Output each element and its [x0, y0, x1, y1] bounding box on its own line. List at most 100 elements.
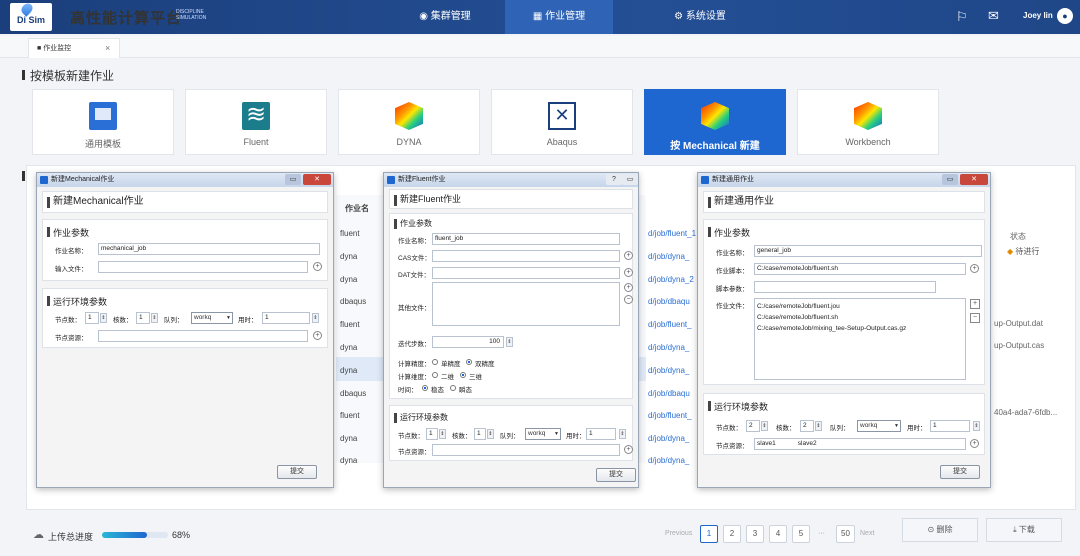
- cores-input[interactable]: 1: [474, 428, 486, 440]
- add-dat-icon[interactable]: +: [624, 268, 633, 277]
- cores-stepper[interactable]: ⇕: [487, 429, 494, 439]
- nodes-stepper[interactable]: ⇕: [100, 313, 107, 323]
- table-row-path[interactable]: d/job/dbaqu: [648, 297, 690, 306]
- queue-select[interactable]: workq ▼: [525, 428, 561, 440]
- time-input[interactable]: 1: [262, 312, 310, 324]
- input-file-field[interactable]: [98, 261, 308, 273]
- nodes-input[interactable]: 1: [85, 312, 99, 324]
- cores-input[interactable]: 2: [800, 420, 814, 432]
- job-name-input[interactable]: general_job: [754, 245, 982, 257]
- table-row-name[interactable]: dyna: [340, 252, 357, 261]
- add-other-icon[interactable]: +: [624, 283, 633, 292]
- template-card-abaqus[interactable]: Abaqus: [491, 89, 633, 155]
- list-item[interactable]: C:/case/remoteJob/fluent.sh: [757, 312, 965, 323]
- time-input[interactable]: 1: [930, 420, 970, 432]
- table-row-path[interactable]: d/job/fluent_1: [648, 229, 696, 238]
- table-row-path[interactable]: d/job/fluent_: [648, 411, 692, 420]
- list-item[interactable]: C:/case/remoteJob/mixing_tee-Setup-Outpu…: [757, 323, 965, 334]
- add-resource-icon[interactable]: +: [624, 445, 633, 454]
- cores-input[interactable]: 1: [136, 312, 150, 324]
- nav-cluster[interactable]: ◉ 集群管理: [395, 0, 495, 34]
- page-1[interactable]: 1: [700, 525, 718, 543]
- table-row-path[interactable]: d/job/dyna_2: [648, 275, 694, 284]
- tab-close-icon[interactable]: ×: [105, 38, 110, 58]
- nodes-input[interactable]: 1: [426, 428, 438, 440]
- dimension-3d-radio[interactable]: [460, 372, 466, 378]
- page-4[interactable]: 4: [769, 525, 787, 543]
- template-card-general[interactable]: 通用模板: [32, 89, 174, 155]
- nodes-stepper[interactable]: ⇕: [761, 421, 768, 431]
- resource-field[interactable]: [98, 330, 308, 342]
- page-5[interactable]: 5: [792, 525, 810, 543]
- nav-job[interactable]: ▦ 作业管理: [505, 0, 613, 34]
- table-row-name[interactable]: fluent: [340, 411, 360, 420]
- minimize-icon[interactable]: ▭: [285, 174, 301, 185]
- script-field[interactable]: C:/case/remoteJob/fluent.sh: [754, 263, 966, 275]
- time-stepper[interactable]: ⇕: [312, 313, 319, 323]
- other-files-list[interactable]: [432, 282, 620, 326]
- table-row-path[interactable]: d/job/dbaqu: [648, 389, 690, 398]
- submit-button[interactable]: 提交: [596, 468, 636, 482]
- time-stepper[interactable]: ⇕: [973, 421, 980, 431]
- cores-stepper[interactable]: ⇕: [151, 313, 158, 323]
- minimize-icon[interactable]: ▭: [942, 174, 958, 185]
- add-file-icon[interactable]: +: [970, 299, 980, 309]
- time-transient-radio[interactable]: [450, 385, 456, 391]
- files-list[interactable]: C:/case/remoteJob/fluent.jou C:/case/rem…: [754, 298, 966, 380]
- job-name-input[interactable]: mechanical_job: [98, 243, 320, 255]
- dialog-titlebar[interactable]: 新建Fluent作业: [384, 173, 638, 187]
- args-input[interactable]: [754, 281, 936, 293]
- template-card-workbench[interactable]: Workbench: [797, 89, 939, 155]
- delete-button[interactable]: ⊙ 删除: [902, 518, 978, 542]
- usetime-stepper[interactable]: ⇕: [619, 429, 626, 439]
- help-icon[interactable]: ?: [606, 174, 622, 185]
- pagination-next[interactable]: Next: [860, 530, 874, 537]
- page-2[interactable]: 2: [723, 525, 741, 543]
- add-resource-icon[interactable]: +: [313, 331, 322, 340]
- restore-icon[interactable]: ▭: [622, 174, 638, 185]
- cas-file-field[interactable]: [432, 250, 620, 262]
- close-icon[interactable]: ✕: [303, 174, 331, 185]
- flag-icon[interactable]: ⚐: [956, 9, 968, 25]
- nav-settings[interactable]: ⚙ 系统设置: [650, 0, 750, 34]
- time-steady-radio[interactable]: [422, 385, 428, 391]
- list-item[interactable]: C:/case/remoteJob/fluent.jou: [757, 301, 965, 312]
- table-row-name[interactable]: dyna: [340, 456, 357, 465]
- table-row-name[interactable]: dyna: [340, 434, 357, 443]
- add-cas-icon[interactable]: +: [624, 251, 633, 260]
- table-row-name[interactable]: dbaqus: [340, 297, 366, 306]
- resource-field[interactable]: slave1 slave2: [754, 438, 966, 450]
- dat-file-field[interactable]: [432, 267, 620, 279]
- table-row-path[interactable]: d/job/dyna_: [648, 434, 689, 443]
- close-icon[interactable]: ✕: [960, 174, 988, 185]
- iter-input[interactable]: 100: [432, 336, 504, 348]
- usetime-input[interactable]: 1: [586, 428, 616, 440]
- job-name-input[interactable]: fluent_job: [432, 233, 620, 245]
- table-row-path[interactable]: d/job/dyna_: [648, 252, 689, 261]
- page-last[interactable]: 50: [836, 525, 855, 543]
- table-row-path[interactable]: d/job/dyna_: [648, 456, 689, 465]
- table-row-path[interactable]: d/job/dyna_: [648, 366, 689, 375]
- remove-file-icon[interactable]: −: [970, 313, 980, 323]
- queue-select[interactable]: workq ▼: [191, 312, 233, 324]
- template-card-mechanical[interactable]: 按 Mechanical 新建: [644, 89, 786, 155]
- queue-select[interactable]: workq ▼: [857, 420, 901, 432]
- table-row-name[interactable]: dyna: [340, 275, 357, 284]
- nodes-stepper[interactable]: ⇕: [439, 429, 446, 439]
- add-resource-icon[interactable]: +: [970, 439, 979, 448]
- add-script-icon[interactable]: +: [970, 264, 979, 273]
- resource-field[interactable]: [432, 444, 620, 456]
- table-row-path[interactable]: d/job/fluent_: [648, 320, 692, 329]
- pagination-prev[interactable]: Previous: [665, 530, 692, 537]
- table-row-name[interactable]: dyna: [340, 366, 357, 375]
- message-icon[interactable]: ✉: [988, 8, 999, 24]
- download-button[interactable]: ⤓ 下载: [986, 518, 1062, 542]
- table-row-path[interactable]: d/job/dyna_: [648, 343, 689, 352]
- table-row-name[interactable]: dyna: [340, 343, 357, 352]
- precision-single-radio[interactable]: [432, 359, 438, 365]
- iter-stepper[interactable]: ⇕: [506, 337, 513, 347]
- add-file-icon[interactable]: +: [313, 262, 322, 271]
- table-row-name[interactable]: dbaqus: [340, 389, 366, 398]
- avatar-icon[interactable]: ●: [1057, 8, 1073, 24]
- table-row-name[interactable]: fluent: [340, 320, 360, 329]
